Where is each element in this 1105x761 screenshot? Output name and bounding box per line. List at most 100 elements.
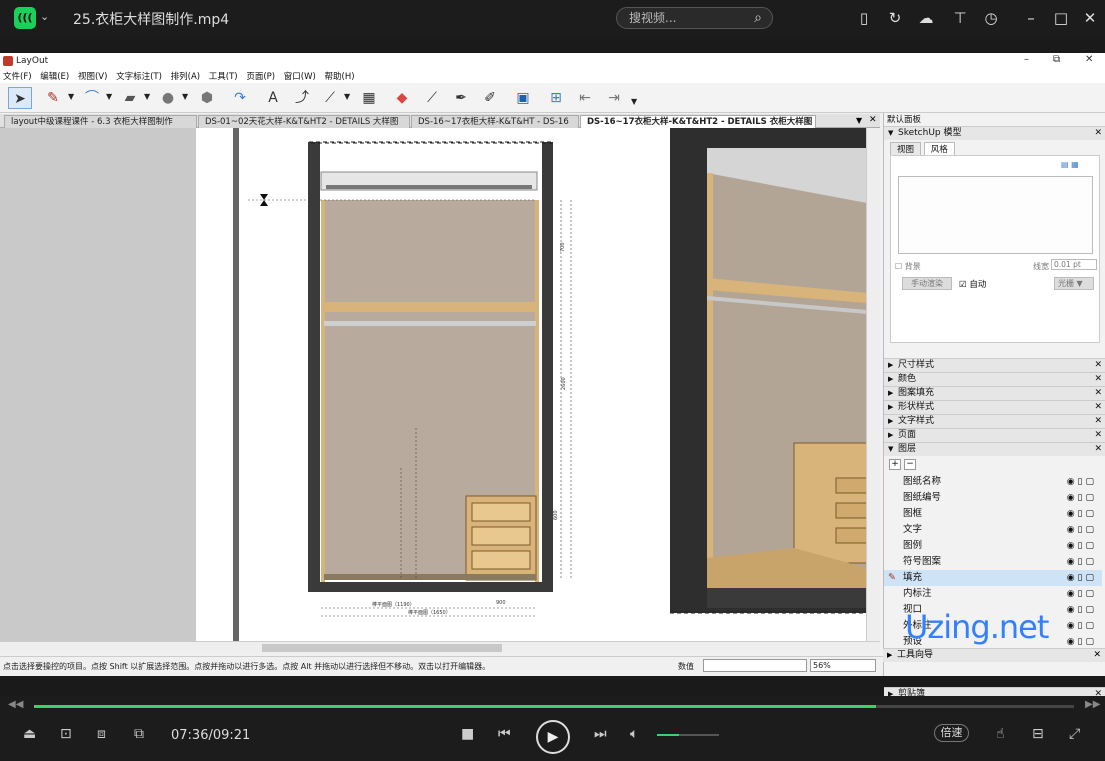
vertical-scrollbar[interactable] — [866, 128, 880, 641]
zoom-select[interactable]: 56% — [810, 659, 876, 672]
rewind-icon[interactable]: ◀◀ — [8, 699, 23, 710]
tray-pages[interactable]: ▶ 页面 ✕ — [884, 428, 1105, 442]
tab-view[interactable]: 视图 — [890, 142, 922, 155]
refresh-icon[interactable]: ↻ — [885, 8, 905, 28]
window-minimize-icon[interactable]: – — [1024, 54, 1029, 65]
maximize-icon[interactable]: □ — [1051, 8, 1071, 28]
minimize-icon[interactable]: – — [1021, 8, 1041, 28]
menu-pages[interactable]: 页面(P) — [243, 69, 278, 83]
tray-dimension-style[interactable]: ▶ 尺寸样式 ✕ — [884, 358, 1105, 372]
text-tool-icon[interactable]: A — [261, 87, 285, 109]
value-input[interactable] — [703, 659, 807, 672]
volume-slider[interactable] — [657, 734, 719, 736]
offset-tool-icon[interactable]: ↷ — [228, 87, 252, 109]
screenshot-icon[interactable]: ⧈ — [97, 726, 106, 742]
close-icon[interactable]: ✕ — [1094, 127, 1102, 140]
search-icon[interactable]: ⌕ — [745, 8, 771, 28]
tray-text-style[interactable]: ▶ 文字样式 ✕ — [884, 414, 1105, 428]
tab-document-3[interactable]: DS-16~17衣柜大样-K&T&HT - DS-16 — [411, 115, 579, 128]
view-mode-icon[interactable]: ▤ ▦ — [1061, 160, 1093, 170]
speed-button[interactable]: 倍速 — [934, 724, 969, 742]
line-width-input[interactable]: 0.01 pt — [1051, 259, 1097, 270]
chevron-down-icon[interactable]: ▼ — [106, 92, 112, 101]
eject-icon[interactable]: ⏏ — [23, 726, 36, 742]
horizontal-scrollbar[interactable] — [0, 641, 880, 653]
stop-icon[interactable]: ■ — [461, 726, 474, 742]
close-icon[interactable]: ✕ — [1080, 8, 1100, 28]
tray-instructor[interactable]: ▶ 工具向导 ✕ — [883, 648, 1105, 662]
tab-document-4[interactable]: DS-16~17衣柜大样-K&T&HT2 - DETAILS 衣柜大样图 — [580, 115, 816, 128]
scrollbar-thumb[interactable] — [262, 644, 502, 652]
split-tool-icon[interactable]: ✒ — [449, 87, 473, 109]
menu-tools[interactable]: 工具(T) — [206, 69, 241, 83]
dimension-tool-icon[interactable]: ⟋ — [318, 87, 342, 109]
chevron-down-icon[interactable]: ▼ — [631, 97, 637, 106]
circle-tool-icon[interactable]: ● — [156, 87, 180, 109]
tab-document-1[interactable]: layout中级课程课件 - 6.3 衣柜大样图制作 — [4, 115, 197, 128]
tab-style[interactable]: 风格 — [923, 142, 955, 155]
next-page-icon[interactable]: ⇥ — [602, 87, 626, 109]
tab-document-2[interactable]: DS-01~02天花大样-K&T&HT2 - DETAILS 大样图 — [198, 115, 410, 128]
tab-close-icon[interactable]: ✕ — [869, 115, 877, 125]
select-tool-icon[interactable]: ➤ — [8, 87, 32, 109]
previous-page-icon[interactable]: ⇤ — [573, 87, 597, 109]
remove-layer-button[interactable]: − — [904, 459, 916, 470]
window-restore-icon[interactable]: ⧉ — [1053, 54, 1060, 65]
cloud-icon[interactable]: ☁ — [916, 8, 936, 28]
clipboard-icon[interactable]: ▯ — [854, 8, 874, 28]
chevron-down-icon[interactable]: ▼ — [182, 92, 188, 101]
raster-dropdown[interactable]: 光栅 ▼ — [1054, 277, 1094, 290]
clock-icon[interactable]: ◷ — [981, 8, 1001, 28]
rectangle-tool-icon[interactable]: ▰ — [118, 87, 142, 109]
fullscreen-icon[interactable]: ⤢ — [1069, 726, 1080, 742]
background-checkbox[interactable]: ☐ 背景 — [895, 261, 921, 272]
toolbox-icon[interactable]: ⊟ — [1032, 726, 1044, 742]
previous-icon[interactable]: ⏮ — [498, 726, 511, 742]
add-page-icon[interactable]: ⊞ — [544, 87, 568, 109]
tray-shape-style[interactable]: ▶ 形状样式 ✕ — [884, 400, 1105, 414]
fast-forward-icon[interactable]: ▶▶ — [1085, 699, 1100, 710]
polygon-tool-icon[interactable]: ⬢ — [195, 87, 219, 109]
chevron-down-icon[interactable]: ⌄ — [40, 10, 49, 23]
tray-layers[interactable]: ▼ 图层 ✕ — [884, 442, 1105, 456]
hand-icon[interactable]: ☝ — [996, 726, 1005, 742]
menu-view[interactable]: 视图(V) — [75, 69, 110, 83]
menu-window[interactable]: 窗口(W) — [281, 69, 319, 83]
menu-file[interactable]: 文件(F) — [0, 69, 35, 83]
render-button[interactable]: 手动渲染 — [902, 277, 952, 290]
join-tool-icon[interactable]: ✐ — [478, 87, 502, 109]
play-button[interactable]: ▶ — [536, 720, 570, 754]
chevron-down-icon[interactable]: ▼ — [144, 92, 150, 101]
layer-row[interactable]: 图框 ◉▯▢ — [884, 506, 1102, 522]
menu-help[interactable]: 帮助(H) — [322, 69, 358, 83]
menu-edit[interactable]: 编辑(E) — [37, 69, 72, 83]
chevron-down-icon[interactable]: ▼ — [68, 92, 74, 101]
label-tool-icon[interactable]: ⤴ — [290, 87, 314, 109]
shirt-icon[interactable]: ⊤ — [950, 8, 970, 28]
layer-row[interactable]: 符号图案 ◉▯▢ — [884, 554, 1102, 570]
layer-row[interactable]: 图例 ◉▯▢ — [884, 538, 1102, 554]
menu-text[interactable]: 文字标注(T) — [113, 69, 165, 83]
layer-row[interactable]: 文字 ◉▯▢ — [884, 522, 1102, 538]
tab-menu-icon[interactable]: ▼ — [856, 116, 862, 125]
drawing-canvas[interactable]: 700 2600 600 棒平面图（1190） 棒平面图（1650） 900 — [0, 128, 880, 641]
tray-colors[interactable]: ▶ 颜色 ✕ — [884, 372, 1105, 386]
window-close-icon[interactable]: ✕ — [1085, 54, 1093, 65]
player-logo-icon[interactable]: ((( — [14, 7, 36, 29]
presentation-tool-icon[interactable]: ▣ — [511, 87, 535, 109]
table-tool-icon[interactable]: ▦ — [357, 87, 381, 109]
style-tool-icon[interactable]: ⟋ — [420, 87, 444, 109]
layer-row[interactable]: 图纸名称 ◉▯▢ — [884, 474, 1102, 490]
picture-in-picture-icon[interactable]: ⧉ — [134, 726, 144, 742]
subtitle-icon[interactable]: ⊡ — [60, 726, 72, 742]
add-layer-button[interactable]: + — [889, 459, 901, 470]
layer-row-active[interactable]: ✎ 填充 ◉▯▢ — [884, 570, 1102, 586]
menu-arrange[interactable]: 排列(A) — [168, 69, 203, 83]
tray-pattern-fill[interactable]: ▶ 图案填充 ✕ — [884, 386, 1105, 400]
layer-row[interactable]: 图纸编号 ◉▯▢ — [884, 490, 1102, 506]
volume-icon[interactable]: 🔈︎ — [630, 726, 638, 742]
progress-bar[interactable] — [34, 705, 1074, 708]
layer-row[interactable]: 内标注 ◉▯▢ — [884, 586, 1102, 602]
arc-tool-icon[interactable]: ⌒ — [80, 87, 104, 109]
tray-sketchup-model[interactable]: ▼ SketchUp 模型 ✕ — [884, 126, 1105, 140]
